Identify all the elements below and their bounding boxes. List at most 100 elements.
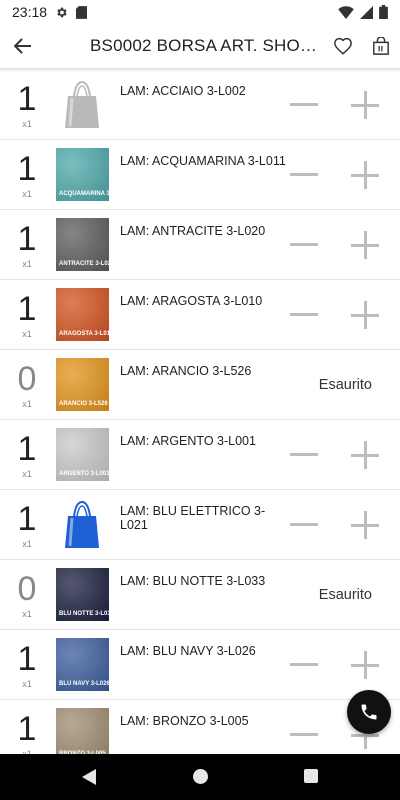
list-item: 0 x1 BLU NOTTE 3-L033 LAM: BLU NOTTE 3-L033… [0,560,400,630]
product-variant-name: LAM: ARANCIO 3-L526 [120,364,252,378]
system-nav-bar [0,754,400,800]
swatch-caption: BLU NOTTE 3-L033 [59,611,109,617]
cart-button[interactable] [362,24,400,68]
product-variant-name: LAM: ACCIAIO 3-L002 [120,84,246,98]
product-variant-list[interactable]: 1x1LAM: ACCIAIO 3-L0021x1ACQUAMARINA 3-L… [0,70,400,754]
quantity-multiplier: x1 [22,608,32,619]
product-thumbnail[interactable]: ARANCIO 3-L526 [56,358,109,411]
quantity-controls [290,280,400,350]
quantity-controls: Esaurito [290,350,400,420]
quantity-controls [290,70,400,140]
quantity-value: 1 [17,639,37,678]
swatch-caption: ARAGOSTA 3-L010 [59,331,109,337]
list-item: 1 x1 ARAGOSTA 3-L010 LAM: ARAGOSTA 3-L010 [0,280,400,350]
list-item: 1 x1 BLU NAVY 3-L026 LAM: BLU NAVY 3-L026 [0,630,400,700]
sold-out-label: Esaurito [318,587,372,603]
product-variant-name: LAM: BLU ELETTRICO 3-L021 [120,504,266,532]
quantity-display: 1 x1 [0,210,54,280]
quantity-display: 1 x1 [0,140,54,210]
sold-out-label: Esaurito [318,377,372,393]
quantity-value: 0 [17,359,37,398]
quantity-value: 0 [17,569,37,608]
product-variant-name: LAM: BRONZO 3-L005 [120,714,249,728]
quantity-controls [290,210,400,280]
increase-quantity-button[interactable] [351,91,379,119]
battery-icon [379,5,388,19]
quantity-controls [290,140,400,210]
status-bar: 23:18 [0,0,400,24]
quantity-multiplier: x1 [22,538,32,549]
swatch-caption: ACQUAMARINA 3-L011 [59,191,109,197]
quantity-multiplier: x1 [22,258,32,269]
app-bar: BS0002 BORSA ART. SHOPP... [0,24,400,68]
tote-bag-image [65,500,99,548]
quantity-value: 1 [17,79,37,118]
tote-bag-image [65,80,99,128]
sd-card-icon [76,5,88,19]
decrease-quantity-button[interactable] [290,453,318,456]
quantity-display: 1 x1 [0,700,54,755]
decrease-quantity-button[interactable] [290,663,318,666]
increase-quantity-button[interactable] [351,161,379,189]
quantity-display: 1 x1 [0,420,54,490]
increase-quantity-button[interactable] [351,511,379,539]
product-variant-name: LAM: BLU NAVY 3-L026 [120,644,256,658]
shopping-bag-icon [373,37,389,55]
decrease-quantity-button[interactable] [290,313,318,316]
product-thumbnail[interactable]: ANTRACITE 3-L020 [56,218,109,271]
favorite-button[interactable] [324,24,362,68]
quantity-multiplier: x1 [22,678,32,689]
quantity-multiplier: x1 [22,398,32,409]
decrease-quantity-button[interactable] [290,523,318,526]
cell-signal-icon [360,5,373,19]
quantity-multiplier: x1 [22,468,32,479]
product-thumbnail[interactable]: BRONZO 3-L005 [56,708,109,754]
nav-recents-icon[interactable] [304,769,318,783]
decrease-quantity-button[interactable] [290,103,318,106]
nav-back-icon[interactable] [82,769,96,785]
list-item: 1 x1 LAM: ACCIAIO 3-L002 [0,70,400,140]
list-item: 1 x1 ANTRACITE 3-L020 LAM: ANTRACITE 3-L020 [0,210,400,280]
increase-quantity-button[interactable] [351,301,379,329]
swatch-caption: ANTRACITE 3-L020 [59,261,109,267]
quantity-display: 1 x1 [0,280,54,350]
quantity-display: 1 x1 [0,70,54,140]
increase-quantity-button[interactable] [351,231,379,259]
quantity-value: 1 [17,289,37,328]
product-thumbnail[interactable]: ARAGOSTA 3-L010 [56,288,109,341]
list-item: 1x1 ACQUAMARINA 3-L011 LAM: ACQUAMARINA 3-… [0,140,400,210]
product-thumbnail[interactable]: ARGENTO 3-L001 [56,428,109,481]
swatch-caption: BLU NAVY 3-L026 [59,681,109,687]
product-thumbnail[interactable] [56,498,109,551]
quantity-display: 0 x1 [0,350,54,420]
increase-quantity-button[interactable] [351,441,379,469]
swatch-caption: ARANCIO 3-L526 [59,401,108,407]
decrease-quantity-button[interactable] [290,243,318,246]
product-thumbnail[interactable]: BLU NOTTE 3-L033 [56,568,109,621]
quantity-multiplier: x1 [22,188,32,199]
arrow-back-icon [14,38,31,54]
status-time: 23:18 [12,4,48,20]
product-variant-name: LAM: ARAGOSTA 3-L010 [120,294,263,308]
decrease-quantity-button[interactable] [290,173,318,176]
product-thumbnail[interactable] [56,78,109,131]
nav-home-icon[interactable] [193,769,208,784]
product-thumbnail[interactable]: BLU NAVY 3-L026 [56,638,109,691]
quantity-value: 1 [17,709,37,748]
decrease-quantity-button[interactable] [290,733,318,736]
quantity-controls: Esaurito [290,560,400,630]
quantity-value: 1 [17,429,37,468]
quantity-display: 0 x1 [0,560,54,630]
increase-quantity-button[interactable] [351,651,379,679]
product-variant-name: LAM: ACQUAMARINA 3-L011 [120,154,286,168]
back-button[interactable] [0,24,46,68]
quantity-value: 1 [17,149,37,188]
call-button[interactable] [347,690,391,734]
product-variant-name: LAM: BLU NOTTE 3-L033 [120,574,266,588]
quantity-controls [290,630,400,700]
product-variant-name: LAM: ANTRACITE 3-L020 [120,224,266,238]
product-thumbnail[interactable]: ACQUAMARINA 3-L011 [56,148,109,201]
quantity-value: 1 [17,499,37,538]
quantity-multiplier: x1 [22,328,32,339]
list-item: 1 x1 ARGENTO 3-L001 LAM: ARGENTO 3-L001 [0,420,400,490]
